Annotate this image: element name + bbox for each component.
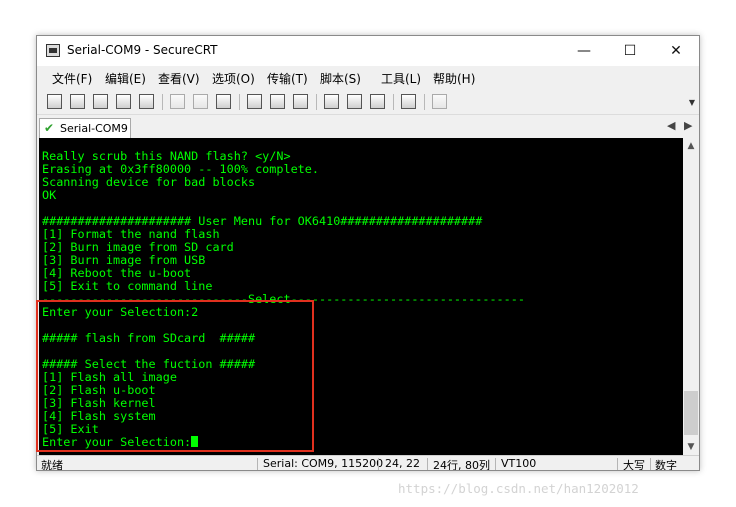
tab-bar: ✔ Serial-COM9 ◀ ▶ (37, 116, 699, 138)
maximize-button[interactable]: ☐ (607, 36, 653, 66)
status-terminal-type: VT100 (501, 457, 537, 470)
status-divider (378, 458, 379, 470)
status-caps-lock: 大写 (623, 459, 645, 471)
keymap-icon[interactable] (370, 94, 385, 109)
menu-tools[interactable]: 工具(L) (381, 70, 421, 87)
tab-next-icon[interactable]: ▶ (684, 119, 692, 132)
status-cursor-position: 24, 22 (385, 457, 420, 470)
menu-options[interactable]: 选项(O) (212, 70, 255, 87)
toolbar-separator (239, 94, 240, 110)
menu-bar: 文件(F) 编辑(E) 查看(V) 选项(O) 传输(T) 脚本(S) 工具(L… (37, 66, 699, 88)
scroll-down-icon[interactable]: ▼ (683, 439, 699, 455)
close-button[interactable]: ✕ (653, 36, 699, 66)
toolbar-overflow-icon[interactable]: ▼ (689, 98, 695, 107)
quick-connect-icon[interactable] (70, 94, 85, 109)
menu-help[interactable]: 帮助(H) (433, 70, 475, 87)
connected-check-icon: ✔ (44, 121, 55, 135)
paste-icon[interactable] (193, 94, 208, 109)
toolbar-separator (316, 94, 317, 110)
menu-edit[interactable]: 编辑(E) (105, 70, 146, 87)
disconnect-icon[interactable] (139, 94, 154, 109)
toolbar-separator (393, 94, 394, 110)
minimize-button[interactable]: — (561, 36, 607, 66)
print-icon[interactable] (247, 94, 262, 109)
connect-in-tab-icon[interactable] (93, 94, 108, 109)
help-icon[interactable] (401, 94, 416, 109)
menu-view[interactable]: 查看(V) (158, 70, 200, 87)
watermark: https://blog.csdn.net/han1202012 (398, 481, 639, 496)
copy-icon[interactable] (170, 94, 185, 109)
status-divider (650, 458, 651, 470)
reconnect-icon[interactable] (116, 94, 131, 109)
window-title: Serial-COM9 - SecureCRT (67, 43, 218, 57)
status-bar: 就绪 Serial: COM9, 115200 24, 22 24行, 80列 … (37, 455, 699, 471)
tab-label: Serial-COM9 (60, 122, 128, 135)
securecrt-app-icon (46, 44, 60, 57)
tab-prev-icon[interactable]: ◀ (667, 119, 675, 132)
status-num-lock: 数字 (655, 459, 677, 471)
print-selection-icon[interactable] (270, 94, 285, 109)
find-icon[interactable] (216, 94, 231, 109)
menu-file[interactable]: 文件(F) (52, 70, 92, 87)
session-options-icon[interactable] (324, 94, 339, 109)
toolbar: ▼ (37, 90, 699, 115)
terminal-line: OK (42, 188, 57, 202)
status-terminal-size: 24行, 80列 (433, 459, 490, 471)
status-connection: Serial: COM9, 115200 (263, 457, 384, 470)
toolbar-separator (424, 94, 425, 110)
vertical-scrollbar[interactable]: ▲ ▼ (683, 138, 699, 455)
annotation-highlight-box (36, 300, 314, 452)
status-divider (427, 458, 428, 470)
scroll-up-icon[interactable]: ▲ (683, 138, 699, 154)
status-divider (495, 458, 496, 470)
title-bar[interactable]: Serial-COM9 - SecureCRT — ☐ ✕ (37, 36, 699, 66)
about-icon[interactable] (432, 94, 447, 109)
global-options-icon[interactable] (347, 94, 362, 109)
tab-serial-com9[interactable]: ✔ Serial-COM9 (39, 118, 131, 138)
menu-script[interactable]: 脚本(S) (320, 70, 361, 87)
scrollbar-thumb[interactable] (684, 391, 698, 435)
terminal-line: Scanning device for bad blocks (42, 175, 256, 189)
menu-transfer[interactable]: 传输(T) (267, 70, 308, 87)
toolbar-separator (162, 94, 163, 110)
status-divider (257, 458, 258, 470)
status-ready: 就绪 (41, 459, 63, 471)
status-divider (617, 458, 618, 470)
connect-icon[interactable] (47, 94, 62, 109)
print-screen-icon[interactable] (293, 94, 308, 109)
